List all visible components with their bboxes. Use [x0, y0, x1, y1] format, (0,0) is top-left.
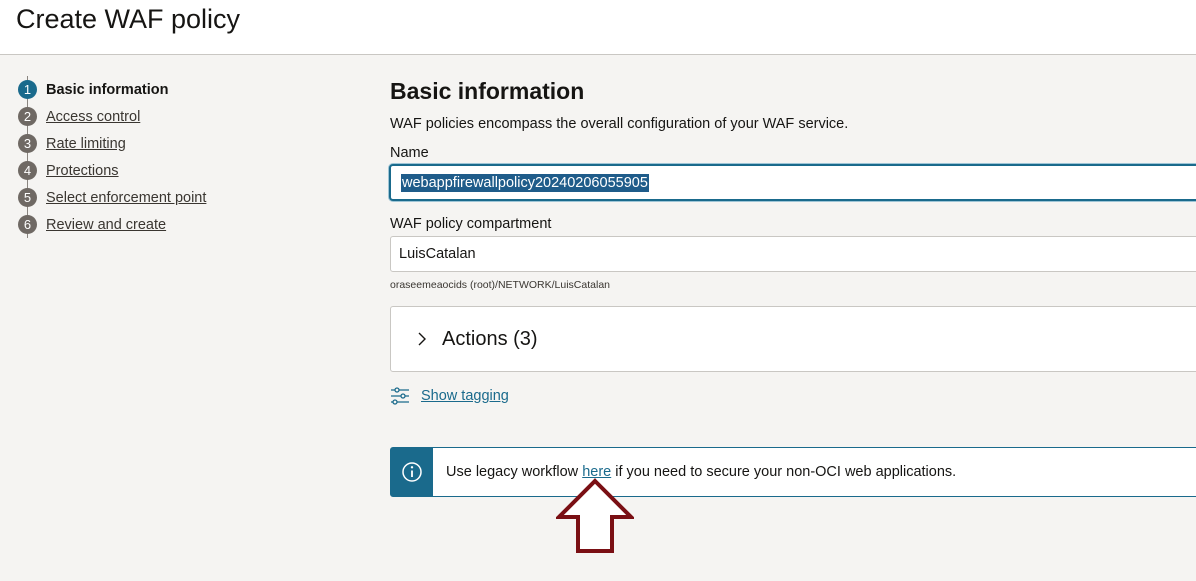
- show-tagging-link[interactable]: Show tagging: [421, 388, 509, 404]
- step-label[interactable]: Review and create: [46, 217, 166, 233]
- step-basic-information[interactable]: 1 Basic information: [18, 76, 206, 103]
- show-tagging-row[interactable]: Show tagging: [390, 386, 509, 406]
- wizard-steps: 1 Basic information 2 Access control 3 R…: [18, 76, 206, 238]
- page-title: Create WAF policy: [16, 4, 241, 34]
- compartment-value: LuisCatalan: [399, 246, 476, 262]
- step-protections[interactable]: 4 Protections: [18, 157, 206, 184]
- actions-title: Actions (3): [442, 327, 538, 350]
- step-label[interactable]: Rate limiting: [46, 136, 126, 152]
- step-label[interactable]: Select enforcement point: [46, 190, 206, 206]
- compartment-label: WAF policy compartment: [390, 216, 552, 232]
- name-input-value: webappfirewallpolicy20240206055905: [401, 173, 649, 192]
- name-input[interactable]: webappfirewallpolicy20240206055905: [389, 164, 1196, 201]
- section-title: Basic information: [390, 78, 585, 104]
- step-number: 5: [18, 188, 37, 207]
- step-number: 6: [18, 215, 37, 234]
- up-arrow-annotation: [556, 478, 634, 553]
- info-text-after: if you need to secure your non-OCI web a…: [611, 464, 957, 480]
- step-rate-limiting[interactable]: 3 Rate limiting: [18, 130, 206, 157]
- page-header: Create WAF policy: [0, 0, 1196, 55]
- chevron-right-icon: [418, 332, 426, 346]
- info-banner-text: Use legacy workflow here if you need to …: [446, 464, 956, 480]
- compartment-select[interactable]: LuisCatalan: [390, 236, 1196, 272]
- info-banner-strip: [391, 448, 433, 496]
- step-number: 1: [18, 80, 37, 99]
- step-label: Basic information: [46, 81, 169, 98]
- actions-expander[interactable]: Actions (3): [390, 306, 1196, 372]
- tag-sliders-icon: [391, 387, 409, 405]
- name-label: Name: [390, 145, 429, 161]
- step-label[interactable]: Protections: [46, 163, 119, 179]
- step-number: 4: [18, 161, 37, 180]
- step-select-enforcement-point[interactable]: 5 Select enforcement point: [18, 184, 206, 211]
- step-label[interactable]: Access control: [46, 109, 140, 125]
- info-banner: Use legacy workflow here if you need to …: [390, 447, 1196, 497]
- steps-connector-line: [27, 76, 28, 238]
- step-number: 3: [18, 134, 37, 153]
- step-number: 2: [18, 107, 37, 126]
- compartment-path: oraseemeaocids (root)/NETWORK/LuisCatala…: [390, 279, 610, 291]
- section-description: WAF policies encompass the overall confi…: [390, 116, 849, 132]
- info-icon: [402, 462, 422, 482]
- step-access-control[interactable]: 2 Access control: [18, 103, 206, 130]
- step-review-and-create[interactable]: 6 Review and create: [18, 211, 206, 238]
